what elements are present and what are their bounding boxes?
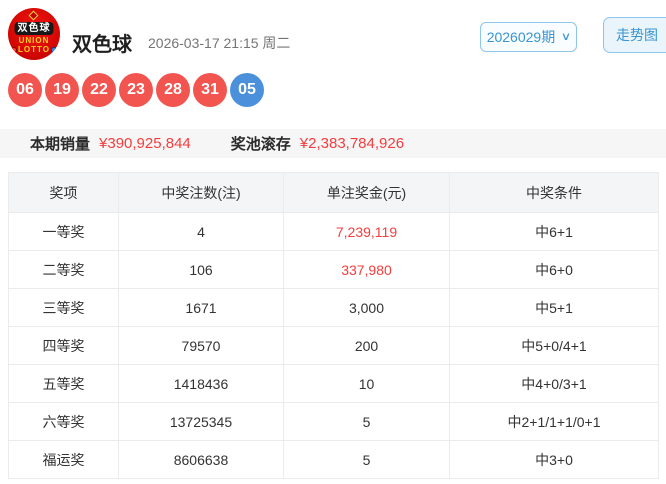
cell-count: 1418436 [118,364,284,403]
pool-value: ¥2,383,784,926 [299,135,405,152]
lottery-results-page: 双色球 UNION LOTTO 双色球 2026-03-17 21:15 周二 … [0,0,666,484]
cell-amount: 3,000 [283,288,450,327]
sales-label: 本期销量 [30,136,91,153]
logo-lotto-text: LOTTO [18,45,50,54]
column-header: 奖项 [8,172,119,213]
cell-amount: 5 [283,440,450,479]
red-ball: 28 [156,73,190,107]
chevron-down-icon: ∨ [561,30,572,43]
cell-count: 79570 [118,326,284,365]
trend-chart-label: 走势图 [616,27,658,43]
pool-label: 奖池滚存 [230,136,291,153]
cell-amount: 10 [283,364,450,403]
prize-row: 一等奖 4 7,239,119 中6+1 [8,212,659,251]
logo-lotto-row: LOTTO [11,45,57,54]
red-ball: 19 [45,73,79,107]
period-label: 2026029期 [486,29,556,45]
prize-row: 四等奖 79570 200 中5+0/4+1 [8,326,659,365]
red-ball: 22 [82,73,116,107]
cell-count: 8606638 [118,440,284,479]
cell-count: 106 [118,250,284,289]
cell-condition: 中5+0/4+1 [449,326,659,365]
cell-condition: 中4+0/3+1 [449,364,659,403]
table-header-row: 奖项 中奖注数(注) 单注奖金(元) 中奖条件 [8,172,659,213]
union-lotto-logo: 双色球 UNION LOTTO [8,8,60,60]
column-header: 中奖条件 [449,172,659,213]
cell-prize: 四等奖 [8,326,119,365]
red-ball-icon [11,46,18,53]
logo-union-text: UNION [18,36,50,45]
cell-amount: 7,239,119 [283,212,450,251]
prize-row: 六等奖 13725345 5 中2+1/1+1/0+1 [8,402,659,441]
prize-table: 奖项 中奖注数(注) 单注奖金(元) 中奖条件 一等奖 4 7,239,119 中6+1 二等… [8,172,659,479]
cell-condition: 中5+1 [449,288,659,327]
diamond-icon [28,10,39,21]
cell-condition: 中2+1/1+1/0+1 [449,402,659,441]
cell-prize: 六等奖 [8,402,119,441]
prize-row: 福运奖 8606638 5 中3+0 [8,440,659,479]
cell-amount: 200 [283,326,450,365]
draw-datetime: 2026-03-17 21:15 周二 [148,35,291,51]
sales-value: ¥390,925,844 [99,135,191,152]
red-ball: 23 [119,73,153,107]
cell-prize: 福运奖 [8,440,119,479]
prize-row: 三等奖 1671 3,000 中5+1 [8,288,659,327]
summary-bar: 本期销量 ¥390,925,844 奖池滚存 ¥2,383,784,926 [0,129,666,158]
red-ball: 06 [8,73,42,107]
column-header: 单注奖金(元) [283,172,450,213]
cell-count: 13725345 [118,402,284,441]
cell-amount: 5 [283,402,450,441]
blue-ball: 05 [230,73,264,107]
red-ball: 31 [193,73,227,107]
cell-condition: 中3+0 [449,440,659,479]
logo-name: 双色球 [14,22,54,35]
cell-prize: 三等奖 [8,288,119,327]
cell-prize: 二等奖 [8,250,119,289]
cell-condition: 中6+1 [449,212,659,251]
page-title: 双色球 [72,34,132,56]
winning-numbers: 06 19 22 23 28 31 05 [8,73,264,107]
cell-amount: 337,980 [283,250,450,289]
cell-prize: 一等奖 [8,212,119,251]
cell-condition: 中6+0 [449,250,659,289]
cell-count: 4 [118,212,284,251]
blue-ball-icon [50,46,57,53]
cell-count: 1671 [118,288,284,327]
prize-row: 二等奖 106 337,980 中6+0 [8,250,659,289]
cell-prize: 五等奖 [8,364,119,403]
column-header: 中奖注数(注) [118,172,284,213]
prize-row: 五等奖 1418436 10 中4+0/3+1 [8,364,659,403]
period-selector[interactable]: 2026029期 ∨ [480,22,577,52]
trend-chart-button[interactable]: 走势图 [603,17,666,53]
